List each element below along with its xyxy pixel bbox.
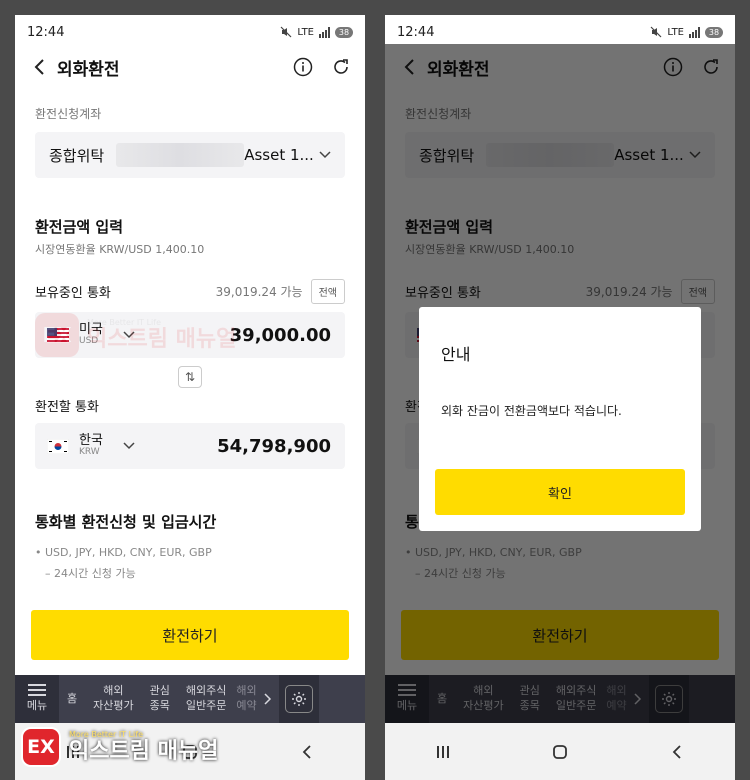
chevron-down-icon[interactable] bbox=[123, 442, 135, 450]
page-title: 외화환전 bbox=[57, 59, 120, 80]
exchange-section-title: 환전금액 입력 bbox=[35, 218, 124, 236]
network-label: LTE bbox=[667, 26, 684, 38]
recent-apps-icon[interactable] bbox=[423, 740, 463, 764]
status-time: 12:44 bbox=[397, 24, 435, 40]
signal-icon bbox=[319, 26, 330, 38]
mute-icon bbox=[280, 26, 292, 38]
hamburger-icon bbox=[28, 684, 46, 697]
phone-screen-dialog: 12:44 LTE 38 외화환전 환전신청계좌 종합위탁 Asset 1... bbox=[385, 15, 735, 780]
app-bar: 외화환전 bbox=[15, 49, 365, 85]
account-name: Asset 1... bbox=[244, 146, 314, 164]
bottom-tab-bar: 메뉴 홈 해외자산평가 관심종목 해외주식일반주문 해외예약 bbox=[15, 675, 365, 723]
exchange-button[interactable]: 환전하기 bbox=[31, 610, 349, 660]
dialog-message: 외화 잔금이 전환금액보다 적습니다. bbox=[441, 404, 622, 418]
tab-menu[interactable]: 메뉴 bbox=[15, 675, 59, 723]
tab-overseas-asset-eval[interactable]: 해외자산평가 bbox=[85, 675, 141, 723]
chevron-down-icon bbox=[319, 151, 331, 159]
back-icon[interactable] bbox=[27, 55, 51, 79]
schedule-info: • USD, JPY, HKD, CNY, EUR, GBP – 24시간 신청… bbox=[15, 532, 365, 584]
holding-currency-label: 보유중인 통화 bbox=[35, 286, 111, 301]
info-icon[interactable] bbox=[291, 55, 315, 79]
system-nav-bar bbox=[385, 723, 735, 780]
schedule-note: – 24시간 신청 가능 bbox=[45, 567, 136, 580]
back-nav-icon[interactable] bbox=[657, 740, 697, 764]
chevron-right-icon[interactable] bbox=[257, 675, 279, 723]
schedule-title: 통화별 환전신청 및 입금시간 bbox=[35, 513, 217, 531]
refresh-icon[interactable] bbox=[329, 55, 353, 79]
target-currency-row: 환전할 통화 bbox=[15, 396, 365, 415]
tab-watchlist[interactable]: 관심종목 bbox=[142, 675, 178, 723]
confirm-button[interactable]: 확인 bbox=[435, 469, 685, 515]
account-number-blurred bbox=[116, 143, 245, 167]
settings-tab[interactable] bbox=[278, 675, 319, 723]
to-country: 한국 bbox=[79, 432, 103, 448]
status-icons: LTE 38 bbox=[650, 26, 723, 38]
battery-icon: 38 bbox=[705, 26, 723, 38]
gear-icon bbox=[284, 685, 313, 713]
back-nav-icon[interactable] bbox=[287, 740, 327, 764]
to-amount: 54,798,900 bbox=[217, 435, 331, 457]
watermark-logo: EX bbox=[35, 313, 79, 357]
home-nav-icon[interactable] bbox=[540, 740, 580, 764]
account-selector[interactable]: 종합위탁 Asset 1... bbox=[35, 132, 345, 178]
tab-home[interactable]: 홈 bbox=[59, 675, 85, 723]
tab-overseas-order[interactable]: 해외주식일반주문 bbox=[178, 675, 234, 723]
status-icons: LTE 38 bbox=[280, 26, 353, 38]
dialog-title: 안내 bbox=[441, 345, 471, 364]
phone-screen-main: 12:44 LTE 38 외화환전 환전신청계좌 종합위탁 Asset 1... bbox=[15, 15, 365, 780]
swap-icon[interactable]: ⇅ bbox=[178, 366, 202, 388]
watermark: EX More Better IT Life 익스트림 매뉴얼 bbox=[35, 313, 236, 357]
network-label: LTE bbox=[297, 26, 314, 38]
available-amount: 39,019.24 가능 bbox=[215, 285, 303, 299]
kr-flag-icon bbox=[47, 438, 69, 454]
schedule-currencies: • USD, JPY, HKD, CNY, EUR, GBP bbox=[35, 546, 212, 559]
exchange-rate: 시장연동환율 KRW/USD 1,400.10 bbox=[35, 243, 205, 256]
tab-overseas-reservation[interactable]: 해외예약 bbox=[234, 675, 256, 723]
signal-icon bbox=[689, 26, 700, 38]
watermark-logo: EX bbox=[21, 727, 61, 767]
watermark-name: 익스트림 매뉴얼 bbox=[69, 738, 219, 764]
status-bar: 12:44 LTE 38 bbox=[15, 15, 365, 49]
account-type: 종합위탁 bbox=[49, 146, 105, 165]
alert-dialog: 안내 외화 잔금이 전환금액보다 적습니다. 확인 bbox=[419, 307, 701, 531]
all-amount-button[interactable]: 전액 bbox=[310, 279, 345, 304]
to-code: KRW bbox=[79, 447, 100, 458]
status-time: 12:44 bbox=[27, 24, 65, 40]
target-currency-label: 환전할 통화 bbox=[35, 400, 99, 415]
account-label: 환전신청계좌 bbox=[35, 107, 102, 121]
to-currency-box[interactable]: 한국 KRW 54,798,900 bbox=[35, 423, 345, 469]
watermark-corner: EX More Better IT Life 익스트림 매뉴얼 bbox=[21, 727, 218, 767]
battery-icon: 38 bbox=[335, 26, 353, 38]
mute-icon bbox=[650, 26, 662, 38]
watermark-name: 익스트림 매뉴얼 bbox=[87, 326, 237, 352]
holding-currency-row: 보유중인 통화 39,019.24 가능 전액 bbox=[15, 279, 365, 304]
